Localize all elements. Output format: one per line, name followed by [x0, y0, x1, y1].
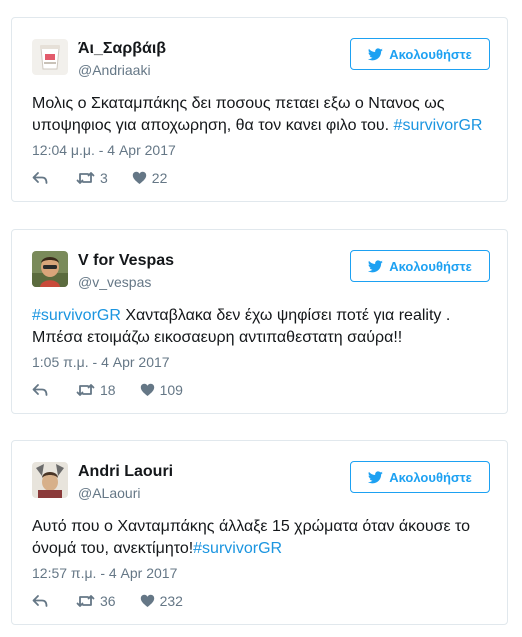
follow-button[interactable]: Ακολουθήστε — [350, 38, 490, 70]
reply-icon — [32, 384, 48, 396]
tweet-text: Αυτό που ο Χανταμπάκης άλλαξε 15 χρώματα… — [32, 516, 492, 560]
avatar[interactable] — [32, 251, 68, 287]
reply-icon — [32, 595, 48, 607]
author-handle[interactable]: @ALaouri — [78, 485, 140, 501]
reply-icon — [32, 172, 48, 184]
tweet-text-line: Μολις ο Σκαταμπάκης δει ποσους πεταει εξ… — [32, 95, 445, 112]
tweet-text-segment: Χανταβλακα δεν έχω ψηφίσει ποτέ για real… — [120, 307, 451, 324]
tweet-timestamp[interactable]: 12:57 π.μ. - 4 Apr 2017 — [32, 565, 177, 581]
tweet-text-line: υποψηφιος για αποχωρηση, θα τον κανει φι… — [32, 115, 492, 137]
tweet-actions: 36 232 — [32, 591, 183, 611]
twitter-bird-icon — [368, 47, 383, 60]
reply-button[interactable] — [32, 171, 48, 185]
tweet-text-segment: όνομά του, ανεκτίμητο! — [32, 540, 194, 557]
tweet-text-line: Αυτό που ο Χανταμπάκης άλλαξε 15 χρώματα… — [32, 518, 471, 535]
tweet-actions: 3 22 — [32, 168, 167, 188]
retweet-icon — [76, 384, 95, 396]
tweet-text: Μολις ο Σκαταμπάκης δει ποσους πεταει εξ… — [32, 93, 492, 137]
reply-button[interactable] — [32, 383, 48, 397]
hashtag-link[interactable]: #survivorGR — [193, 540, 282, 557]
tweet-actions: 18 109 — [32, 380, 183, 400]
tweet-text-line: όνομά του, ανεκτίμητο!#survivorGR — [32, 538, 492, 560]
hashtag-link[interactable]: #survivorGR — [394, 117, 483, 134]
like-count: 22 — [151, 170, 168, 186]
author-name[interactable]: Άι_Σαρβάιβ — [78, 40, 166, 58]
tweet-card: Andri Laouri @ALaouri Ακολουθήστε Αυτό π… — [11, 440, 508, 625]
follow-button-label: Ακολουθήστε — [389, 46, 472, 62]
author-handle[interactable]: @v_vespas — [78, 274, 151, 290]
avatar[interactable] — [32, 39, 68, 75]
tweet-text-line: Μπέσα ετοιμάζω εικοσαευρη αντιπαθεστατη … — [32, 329, 403, 346]
author-name[interactable]: V for Vespas — [78, 252, 174, 270]
twitter-bird-icon — [368, 470, 383, 483]
retweet-count: 3 — [100, 170, 108, 186]
retweet-icon — [76, 595, 95, 607]
like-button[interactable]: 109 — [140, 382, 183, 398]
like-count: 232 — [159, 593, 183, 609]
tweet-timestamp[interactable]: 1:05 π.μ. - 4 Apr 2017 — [32, 354, 170, 370]
like-button[interactable]: 22 — [132, 170, 168, 186]
tweet-text-line: #survivorGR Χανταβλακα δεν έχω ψηφίσει π… — [32, 305, 492, 327]
retweet-button[interactable]: 36 — [76, 593, 116, 609]
retweet-count: 36 — [100, 593, 116, 609]
follow-button[interactable]: Ακολουθήστε — [350, 250, 490, 282]
heart-icon — [132, 171, 146, 184]
tweet-card: V for Vespas @v_vespas Ακολουθήστε #surv… — [11, 229, 508, 414]
follow-button-label: Ακολουθήστε — [389, 258, 472, 274]
twitter-bird-icon — [368, 259, 383, 272]
retweet-button[interactable]: 3 — [76, 170, 108, 186]
author-handle[interactable]: @Andriaaki — [78, 62, 151, 78]
tweet-card: Άι_Σαρβάιβ @Andriaaki Ακολουθήστε Μολις … — [11, 17, 508, 202]
tweet-text-segment: υποψηφιος για αποχωρηση, θα τον κανει φι… — [32, 117, 394, 134]
retweet-count: 18 — [100, 382, 116, 398]
hashtag-link[interactable]: #survivorGR — [32, 307, 121, 324]
follow-button[interactable]: Ακολουθήστε — [350, 461, 490, 493]
reply-button[interactable] — [32, 594, 48, 608]
follow-button-label: Ακολουθήστε — [389, 469, 472, 485]
heart-icon — [140, 383, 154, 396]
heart-icon — [140, 594, 154, 607]
author-name[interactable]: Andri Laouri — [78, 463, 173, 481]
retweet-button[interactable]: 18 — [76, 382, 116, 398]
like-button[interactable]: 232 — [140, 593, 183, 609]
tweet-timestamp[interactable]: 12:04 μ.μ. - 4 Apr 2017 — [32, 142, 176, 158]
retweet-icon — [76, 172, 95, 184]
avatar[interactable] — [32, 462, 68, 498]
tweet-text: #survivorGR Χανταβλακα δεν έχω ψηφίσει π… — [32, 305, 492, 349]
like-count: 109 — [159, 382, 183, 398]
